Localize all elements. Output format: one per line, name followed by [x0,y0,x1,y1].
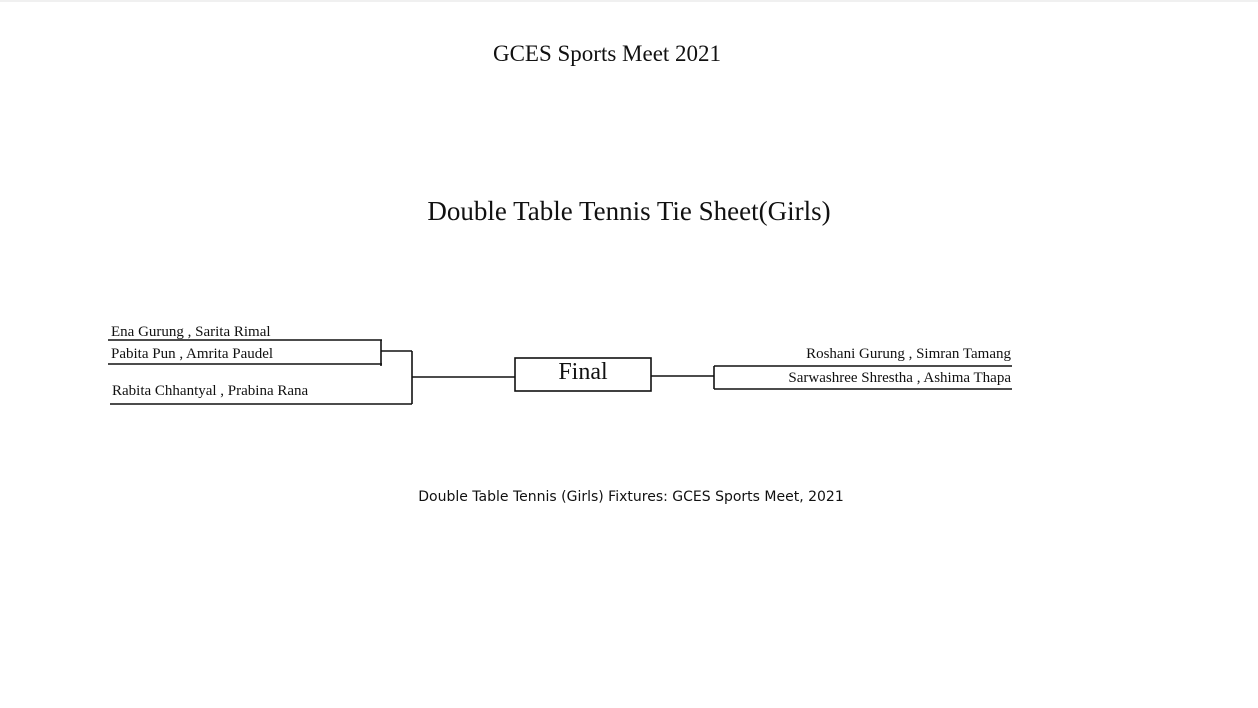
left-team-3: Rabita Chhantyal , Prabina Rana [112,383,309,399]
fixtures-caption: Double Table Tennis (Girls) Fixtures: GC… [418,489,844,505]
left-team-1: Ena Gurung , Sarita Rimal [111,324,271,340]
final-label: Final [558,359,608,385]
left-team-2: Pabita Pun , Amrita Paudel [111,346,274,362]
right-team-2: Sarwashree Shrestha , Ashima Thapa [788,370,1011,386]
right-team-1: Roshani Gurung , Simran Tamang [806,346,1011,362]
